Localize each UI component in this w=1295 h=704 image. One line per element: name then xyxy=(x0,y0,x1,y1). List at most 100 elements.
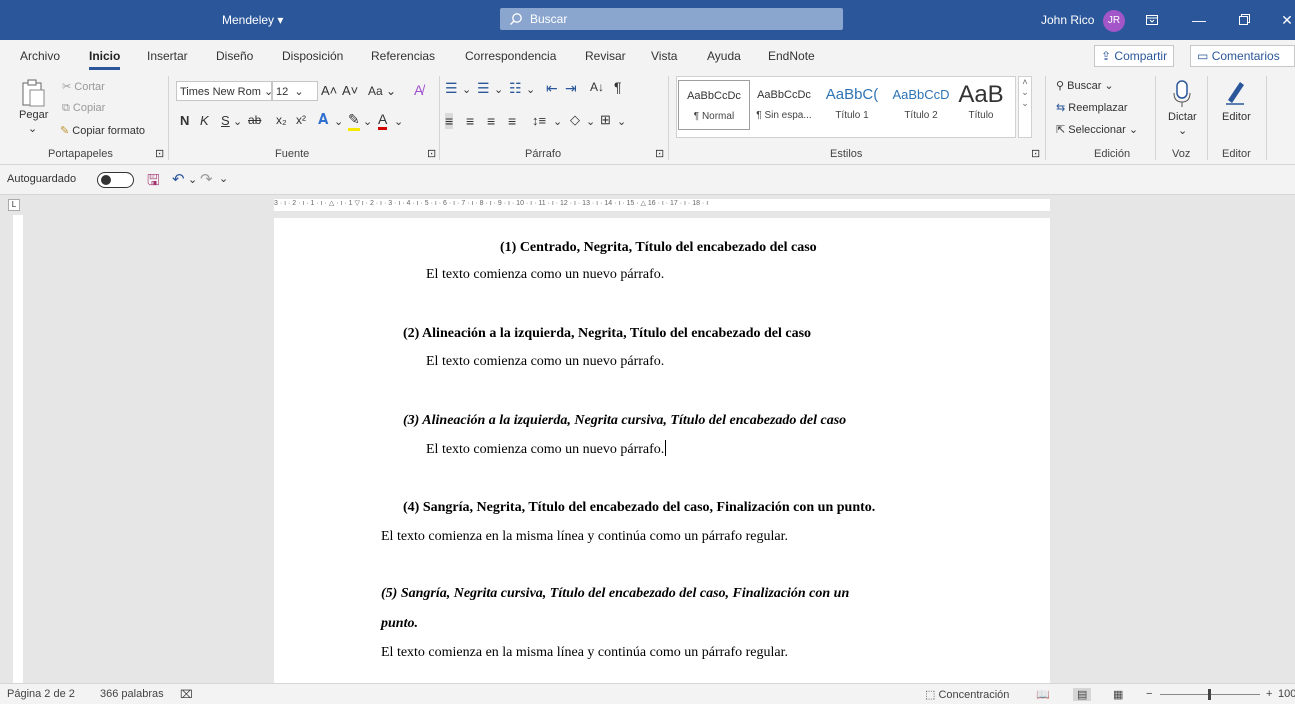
zoom-out-button[interactable]: − xyxy=(1146,688,1152,700)
justify-icon[interactable]: ≡ xyxy=(508,113,516,129)
minimize-button[interactable]: — xyxy=(1184,6,1214,34)
tab-selector[interactable]: L xyxy=(8,199,20,211)
zoom-in-button[interactable]: + xyxy=(1266,688,1272,700)
vertical-ruler[interactable] xyxy=(13,215,23,683)
zoom-level[interactable]: 100 xyxy=(1278,688,1295,700)
tab-revisar[interactable]: Revisar xyxy=(585,49,626,63)
chevron-down-icon[interactable]: ⌄ xyxy=(462,83,471,96)
shading-icon[interactable]: ◇ xyxy=(570,112,580,128)
highlight-icon[interactable]: ✎ xyxy=(348,111,360,131)
tab-insertar[interactable]: Insertar xyxy=(147,49,188,63)
style-normal[interactable]: AaBbCcDc ¶ Normal xyxy=(678,80,750,130)
grow-font-icon[interactable]: A˄ xyxy=(321,83,337,98)
proofing-icon[interactable]: ⌧ xyxy=(180,688,193,701)
chevron-down-icon[interactable]: ⌄ xyxy=(617,115,626,128)
document-page[interactable]: (1) Centrado, Negrita, Título del encabe… xyxy=(274,218,1050,684)
undo-icon[interactable]: ↶ xyxy=(172,170,185,188)
web-layout-icon[interactable]: ▦ xyxy=(1113,688,1123,701)
chevron-down-icon[interactable]: ⌄ xyxy=(1178,124,1187,137)
ribbon-display-icon[interactable] xyxy=(1137,6,1167,34)
tab-disposicion[interactable]: Disposición xyxy=(282,49,343,63)
comments-button[interactable]: ▭ Comentarios xyxy=(1190,45,1295,67)
underline-button[interactable]: S xyxy=(221,113,230,128)
format-painter-button[interactable]: ✎ Copiar formato xyxy=(60,124,145,137)
tab-vista[interactable]: Vista xyxy=(651,49,677,63)
tab-inicio[interactable]: Inicio xyxy=(89,49,121,70)
cut-button[interactable]: ✂ Cortar xyxy=(62,80,105,93)
close-button[interactable]: ✕ xyxy=(1272,6,1295,34)
tab-correspondencia[interactable]: Correspondencia xyxy=(465,49,556,63)
tab-endnote[interactable]: EndNote xyxy=(768,49,815,63)
decrease-indent-icon[interactable]: ⇤ xyxy=(546,80,558,97)
copy-button[interactable]: ⧉ Copiar xyxy=(62,102,105,115)
numbering-icon[interactable]: ☰ xyxy=(477,80,490,97)
chevron-down-icon[interactable]: ⌄ xyxy=(188,173,197,186)
styles-scroll[interactable]: ˄ ⌄ ⌄ xyxy=(1018,76,1032,138)
find-button[interactable]: ⚲ Buscar ⌄ xyxy=(1056,79,1114,92)
align-center-icon[interactable]: ≡ xyxy=(466,113,474,129)
paste-button[interactable] xyxy=(20,78,46,111)
print-layout-icon[interactable]: ▤ xyxy=(1073,688,1092,701)
increase-indent-icon[interactable]: ⇥ xyxy=(565,80,577,97)
line-spacing-icon[interactable]: ↕≡ xyxy=(532,113,546,128)
borders-icon[interactable]: ⊞ xyxy=(600,112,611,128)
bold-button[interactable]: N xyxy=(180,113,189,128)
select-button[interactable]: ⇱ Seleccionar ⌄ xyxy=(1056,123,1138,136)
align-right-icon[interactable]: ≡ xyxy=(487,113,495,129)
app-title[interactable]: Mendeley ▾ xyxy=(222,13,283,27)
multilevel-list-icon[interactable]: ☷ xyxy=(509,80,522,97)
chevron-down-icon[interactable]: ⌄ xyxy=(233,115,242,128)
restore-button[interactable] xyxy=(1229,6,1259,34)
tab-archivo[interactable]: Archivo xyxy=(20,49,60,63)
shrink-font-icon[interactable]: A˅ xyxy=(342,83,358,98)
style-title[interactable]: AaB Título xyxy=(950,80,1012,130)
align-left-icon[interactable]: ≡ xyxy=(445,113,454,129)
customize-qat-icon[interactable]: ⌄ xyxy=(219,172,228,185)
replace-button[interactable]: ⇆ Reemplazar xyxy=(1056,101,1128,114)
dialog-launcher-icon[interactable]: ⊡ xyxy=(427,147,436,160)
horizontal-ruler[interactable]: 3 · ı · 2 · ı · 1 · ı · △ · ı · 1 ▽ ı · … xyxy=(274,199,1050,211)
text-effects-icon[interactable]: 𝐀 xyxy=(318,111,328,128)
tab-diseno[interactable]: Diseño xyxy=(216,49,253,63)
pilcrow-icon[interactable]: ¶ xyxy=(614,79,622,95)
font-size-select[interactable]: 12 ⌄ xyxy=(272,81,318,101)
font-name-select[interactable]: Times New Rom ⌄ xyxy=(176,81,273,101)
change-case-button[interactable]: Aa ⌄ xyxy=(368,84,396,98)
clear-format-icon[interactable]: A̸ xyxy=(414,82,423,98)
share-button[interactable]: ⇪ Compartir xyxy=(1094,45,1175,67)
editor-label[interactable]: Editor xyxy=(1222,111,1251,123)
word-count[interactable]: 366 palabras xyxy=(100,688,164,700)
chevron-down-icon[interactable]: ⌄ xyxy=(494,83,503,96)
chevron-down-icon[interactable]: ⌄ xyxy=(586,115,595,128)
superscript-icon[interactable]: x² xyxy=(296,113,306,127)
chevron-down-icon[interactable]: ⌄ xyxy=(526,83,535,96)
page-count[interactable]: Página 2 de 2 xyxy=(7,688,75,700)
read-mode-icon[interactable]: 📖 xyxy=(1036,688,1050,701)
autosave-toggle[interactable] xyxy=(97,172,134,188)
chevron-down-icon[interactable]: ⌄ xyxy=(394,115,403,128)
font-color-icon[interactable]: A xyxy=(378,111,388,130)
save-icon[interactable]: 🖫 xyxy=(147,170,160,195)
style-heading-2[interactable]: AaBbCcD Título 2 xyxy=(885,80,957,130)
redo-icon[interactable]: ↷ xyxy=(200,170,213,188)
dialog-launcher-icon[interactable]: ⊡ xyxy=(155,147,164,160)
microphone-icon[interactable] xyxy=(1173,80,1191,111)
style-no-spacing[interactable]: AaBbCcDc ¶ Sin espa... xyxy=(748,80,820,130)
avatar[interactable]: JR xyxy=(1103,10,1125,32)
italic-button[interactable]: K xyxy=(200,113,209,128)
chevron-down-icon[interactable]: ⌄ xyxy=(553,115,562,128)
chevron-down-icon[interactable]: ⌄ xyxy=(363,115,372,128)
dialog-launcher-icon[interactable]: ⊡ xyxy=(1031,147,1040,160)
user-name[interactable]: John Rico xyxy=(1041,13,1094,27)
tab-ayuda[interactable]: Ayuda xyxy=(707,49,741,63)
sort-icon[interactable]: A↓ xyxy=(590,80,604,94)
subscript-icon[interactable]: x₂ xyxy=(276,113,287,127)
zoom-slider-thumb[interactable] xyxy=(1208,689,1211,700)
tab-referencias[interactable]: Referencias xyxy=(371,49,435,63)
bullets-icon[interactable]: ☰ xyxy=(445,80,458,97)
chevron-down-icon[interactable]: ⌄ xyxy=(334,115,343,128)
dictate-label[interactable]: Dictar xyxy=(1168,111,1197,123)
search-box[interactable]: Buscar xyxy=(500,8,843,30)
style-heading-1[interactable]: AaBbC( Título 1 xyxy=(816,80,888,130)
focus-button[interactable]: ⬚ Concentración xyxy=(925,688,1009,701)
